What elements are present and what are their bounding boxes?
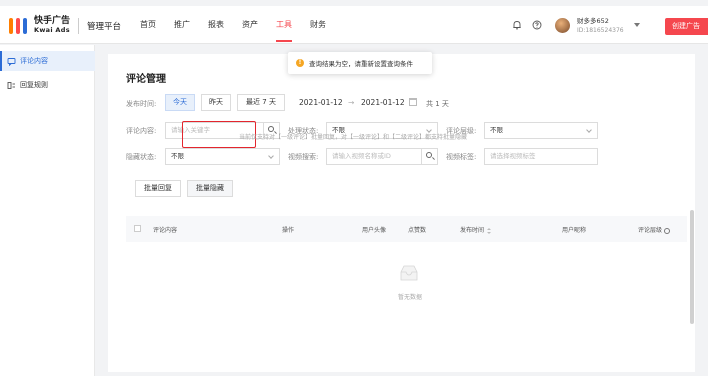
create-ad-button[interactable]: 创建广告 bbox=[665, 18, 708, 35]
table-header: 评论内容 操作 用户头像 点赞数 发布时间 用户昵称 评论层级 bbox=[126, 216, 687, 242]
sidebar-item-label: 评论内容 bbox=[20, 57, 48, 65]
video-tag-placeholder: 请选择视频标签 bbox=[490, 152, 536, 160]
page-title: 评论管理 bbox=[126, 74, 166, 85]
logo-en: Kwai Ads bbox=[34, 26, 70, 34]
date-arrow: → bbox=[348, 98, 355, 107]
chevron-down-icon bbox=[586, 127, 592, 133]
avatar[interactable] bbox=[555, 18, 570, 33]
logo-cn: 快手广告 bbox=[34, 16, 71, 26]
user-id: ID:1816524376 bbox=[577, 27, 624, 34]
nav-reports[interactable]: 报表 bbox=[208, 6, 224, 44]
hidden-status-value: 不限 bbox=[171, 152, 184, 160]
top-bar: 快手广告 Kwai Ads 管理平台 首页 推广 报表 资产 工具 财务 财多多… bbox=[0, 6, 708, 44]
video-search-label: 视频搜索: bbox=[288, 153, 319, 161]
main-nav: 首页 推广 报表 资产 工具 财务 bbox=[140, 6, 344, 44]
batch-note: 当前仅支持对【一级评论】批量回复，对【一级评论】和【二级评论】都支持批量隐藏 bbox=[239, 134, 468, 141]
comment-level-select[interactable]: 不限 bbox=[484, 122, 598, 139]
date-range-picker[interactable]: 2021-01-12 → 2021-01-12 bbox=[291, 94, 421, 111]
sidebar-item-comments[interactable]: 评论内容 bbox=[0, 51, 95, 71]
date-last7-button[interactable]: 最近 7 天 bbox=[237, 94, 285, 111]
nav-home[interactable]: 首页 bbox=[140, 6, 156, 44]
warning-icon: ! bbox=[296, 59, 304, 67]
sidebar-item-label: 回复规则 bbox=[20, 81, 48, 89]
search-button[interactable] bbox=[421, 148, 438, 165]
date-yesterday-button[interactable]: 昨天 bbox=[201, 94, 231, 111]
chevron-down-icon bbox=[268, 153, 274, 159]
date-start: 2021-01-12 bbox=[299, 98, 343, 107]
video-search-placeholder: 请输入视频名称或ID bbox=[332, 152, 391, 160]
date-end: 2021-01-12 bbox=[361, 98, 405, 107]
col-comment-level: 评论层级 bbox=[638, 225, 671, 234]
sidebar-item-reply-rules[interactable]: 回复规则 bbox=[0, 75, 95, 95]
col-user-avatar: 用户头像 bbox=[362, 227, 387, 234]
scrollbar[interactable] bbox=[690, 210, 694, 324]
select-all-checkbox[interactable] bbox=[134, 225, 141, 232]
video-tag-label: 视频标签: bbox=[446, 153, 477, 161]
nav-promotion[interactable]: 推广 bbox=[174, 6, 190, 44]
col-publish-time-label: 发布时间 bbox=[460, 227, 485, 234]
logo-divider bbox=[78, 18, 80, 34]
nav-finance[interactable]: 财务 bbox=[310, 6, 326, 44]
reply-rules-icon bbox=[7, 81, 15, 89]
video-search-input[interactable]: 请输入视频名称或ID bbox=[326, 148, 438, 165]
logo-text: 快手广告 Kwai Ads bbox=[34, 17, 70, 35]
toast-notification: ! 查询结果为空，请重新设置查询条件 bbox=[288, 52, 432, 74]
sort-icon[interactable] bbox=[487, 227, 492, 234]
empty-text: 暂无数据 bbox=[398, 294, 423, 301]
platform-title: 管理平台 bbox=[87, 22, 122, 32]
user-info[interactable]: 财多多652 ID:1816524376 bbox=[577, 17, 624, 35]
user-name: 财多多652 bbox=[577, 17, 609, 25]
col-actions: 操作 bbox=[282, 227, 295, 234]
date-days-count: 共 1 天 bbox=[426, 100, 449, 108]
col-publish-time[interactable]: 发布时间 bbox=[460, 225, 492, 234]
comment-icon bbox=[7, 57, 16, 66]
video-tag-select[interactable]: 请选择视频标签 bbox=[484, 148, 598, 165]
chevron-down-icon[interactable] bbox=[634, 23, 640, 27]
col-comment-level-label: 评论层级 bbox=[638, 227, 663, 234]
tab-batch-hide[interactable]: 批量隐藏 bbox=[187, 180, 233, 197]
hidden-status-label: 隐藏状态: bbox=[126, 153, 157, 161]
comment-level-value: 不限 bbox=[490, 126, 503, 134]
empty-inbox-icon bbox=[400, 265, 418, 281]
logo[interactable]: 快手广告 Kwai Ads 管理平台 bbox=[8, 15, 121, 37]
main-panel: 评论管理 发布时间: 今天 昨天 最近 7 天 2021-01-12 → 202… bbox=[108, 54, 695, 372]
nav-assets[interactable]: 资产 bbox=[242, 6, 258, 44]
nav-tools[interactable]: 工具 bbox=[276, 6, 292, 44]
comment-content-label: 评论内容: bbox=[126, 127, 157, 135]
publish-time-label: 发布时间: bbox=[126, 100, 157, 108]
hidden-status-select[interactable]: 不限 bbox=[165, 148, 280, 165]
date-today-button[interactable]: 今天 bbox=[165, 94, 195, 111]
tab-batch-reply[interactable]: 批量回复 bbox=[135, 180, 181, 197]
calendar-icon bbox=[409, 98, 417, 106]
col-user-nickname: 用户昵称 bbox=[562, 227, 587, 234]
col-likes: 点赞数 bbox=[408, 227, 427, 234]
kwai-logo-icon bbox=[8, 16, 30, 36]
help-icon[interactable] bbox=[532, 20, 542, 30]
col-comment-content: 评论内容 bbox=[153, 227, 178, 234]
bell-icon[interactable] bbox=[512, 20, 522, 30]
toast-text: 查询结果为空，请重新设置查询条件 bbox=[309, 60, 413, 68]
sidebar: 评论内容 回复规则 bbox=[0, 45, 95, 376]
info-icon[interactable] bbox=[664, 227, 671, 234]
